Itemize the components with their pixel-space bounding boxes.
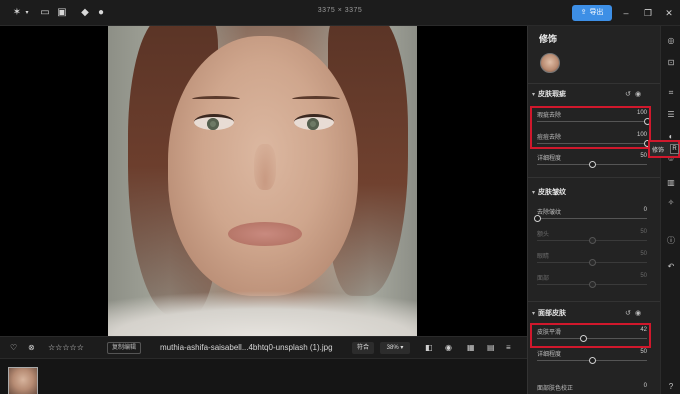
bottom-toolbar: ♡ ⊗ ☆☆☆☆☆ 复制编辑 muthia-ashifa-saisabell..…: [0, 336, 527, 358]
retouch-panel: 修饰 ▾ 皮肤瑕疵 ↺ ◉ 瑕疵去除 100 痘痘去除 100 详细程度 50 ▾…: [527, 26, 660, 394]
shortcut-key: R: [670, 144, 679, 154]
crop-icon[interactable]: ⌗: [664, 86, 678, 100]
slider-value: 0: [643, 207, 647, 213]
compare-icon[interactable]: ◧: [425, 341, 433, 355]
file-name: muthia-ashifa-saisabell...4bhtq0-unsplas…: [160, 343, 333, 352]
zoom-select[interactable]: 38% ▾: [380, 342, 410, 354]
slider-eyes[interactable]: 眼睛 50: [537, 251, 647, 269]
slider-label: 面部肤色校正: [537, 386, 574, 392]
section-face-skin[interactable]: ▾ 面部皮肤: [532, 308, 566, 320]
slider-face[interactable]: 面部 50: [537, 273, 647, 291]
star-3-icon[interactable]: ☆: [62, 343, 69, 352]
slider-detail-level[interactable]: 详细程度 50: [537, 153, 647, 171]
portrait-photo[interactable]: [108, 26, 417, 336]
slider-handle[interactable]: [589, 281, 596, 288]
slider-label: 眼睛: [537, 254, 550, 260]
slider-label: 详细程度: [537, 156, 562, 162]
slider-value: 50: [640, 273, 647, 279]
filter-icon[interactable]: ▥: [664, 176, 678, 190]
slider-handle[interactable]: [534, 215, 541, 222]
folder-icon[interactable]: ▭: [38, 6, 52, 20]
slider-value: 50: [640, 251, 647, 257]
eye-icon[interactable]: ◉: [635, 308, 641, 320]
copy-edit-button[interactable]: 复制编辑: [107, 342, 142, 354]
star-rating[interactable]: ☆☆☆☆☆: [48, 341, 84, 355]
sort-icon[interactable]: ≡: [506, 341, 511, 355]
image-canvas[interactable]: [0, 26, 527, 336]
zoom-value: 38%: [386, 345, 399, 351]
section-skin-blemish[interactable]: ▾ 皮肤瑕疵: [532, 89, 566, 101]
heart-icon[interactable]: ♡: [10, 341, 17, 355]
reset-icon[interactable]: ↺: [625, 89, 631, 101]
magnify-icon[interactable]: ●: [94, 6, 108, 20]
export-label: 导出: [589, 9, 604, 16]
filmstrip: [0, 358, 527, 394]
undo-icon[interactable]: ↶: [664, 260, 678, 274]
retouch-tooltip: 修饰 R: [648, 140, 680, 158]
tooltip-label: 修饰: [652, 148, 665, 154]
reset-icon[interactable]: ↺: [625, 308, 631, 320]
slider-label: 面部: [537, 276, 550, 282]
slider-value: 0: [643, 383, 647, 389]
grid-icon[interactable]: ▦: [467, 341, 475, 355]
highlight-box: [530, 323, 651, 348]
fit-button[interactable]: 符合: [352, 342, 374, 354]
section-title: 皮肤瑕疵: [538, 91, 566, 98]
top-toolbar: ✶ ▾ ▭ ▣ ◆ ● 3375 × 3375 ⇪ 导出 – ❐ ✕: [0, 0, 680, 26]
eye-icon[interactable]: ◉: [445, 341, 452, 355]
restore-icon[interactable]: ❐: [641, 6, 655, 20]
layers-icon[interactable]: ◎: [664, 34, 678, 48]
star-5-icon[interactable]: ☆: [77, 343, 84, 352]
slider-label: 额头: [537, 232, 550, 238]
slider-value: 50: [640, 153, 647, 159]
export-button[interactable]: ⇪ 导出: [572, 5, 612, 21]
slider-face-detail[interactable]: 详细程度 50: [537, 349, 647, 367]
panel-title: 修饰: [539, 34, 558, 44]
reject-icon[interactable]: ⊗: [28, 341, 35, 355]
slider-skin-tone[interactable]: 面部肤色校正 0: [537, 383, 647, 394]
minimize-icon[interactable]: –: [619, 6, 633, 20]
thumbnail-selected[interactable]: [8, 367, 38, 394]
single-view-icon[interactable]: ▤: [487, 341, 495, 355]
face-avatar[interactable]: [540, 53, 560, 73]
close-icon[interactable]: ✕: [662, 6, 676, 20]
image-icon[interactable]: ▣: [55, 6, 69, 20]
image-dimensions: 3375 × 3375: [317, 7, 363, 14]
section-skin-wrinkles[interactable]: ▾ 皮肤皱纹: [532, 187, 566, 199]
slider-handle[interactable]: [589, 161, 596, 168]
adjust-icon[interactable]: ☰: [664, 108, 678, 122]
star-4-icon[interactable]: ☆: [70, 343, 77, 352]
scan-icon[interactable]: ⊡: [664, 56, 678, 70]
slider-value: 50: [640, 349, 647, 355]
tool-rail: ◎ ⊡ ⌗ ☰ ◐ ☺ ▥ ✧ ⓘ ↶ ?: [660, 26, 680, 394]
eraser-icon[interactable]: ◆: [78, 6, 92, 20]
eye-icon[interactable]: ◉: [635, 89, 641, 101]
chevron-down-icon[interactable]: ▾: [20, 6, 34, 20]
help-icon[interactable]: ?: [664, 380, 678, 394]
slider-handle[interactable]: [589, 237, 596, 244]
section-title: 面部皮肤: [538, 310, 566, 317]
slider-handle[interactable]: [589, 357, 596, 364]
slider-handle[interactable]: [589, 259, 596, 266]
sparkle-icon[interactable]: ✧: [664, 196, 678, 210]
slider-wrinkle-removal[interactable]: 去除皱纹 0: [534, 207, 647, 225]
export-icon: ⇪: [580, 9, 587, 16]
highlight-box: [530, 106, 651, 149]
info-icon[interactable]: ⓘ: [664, 234, 678, 248]
slider-label: 详细程度: [537, 352, 562, 358]
slider-label: 去除皱纹: [537, 210, 562, 216]
slider-forehead[interactable]: 额头 50: [537, 229, 647, 247]
section-title: 皮肤皱纹: [538, 189, 566, 196]
slider-value: 50: [640, 229, 647, 235]
